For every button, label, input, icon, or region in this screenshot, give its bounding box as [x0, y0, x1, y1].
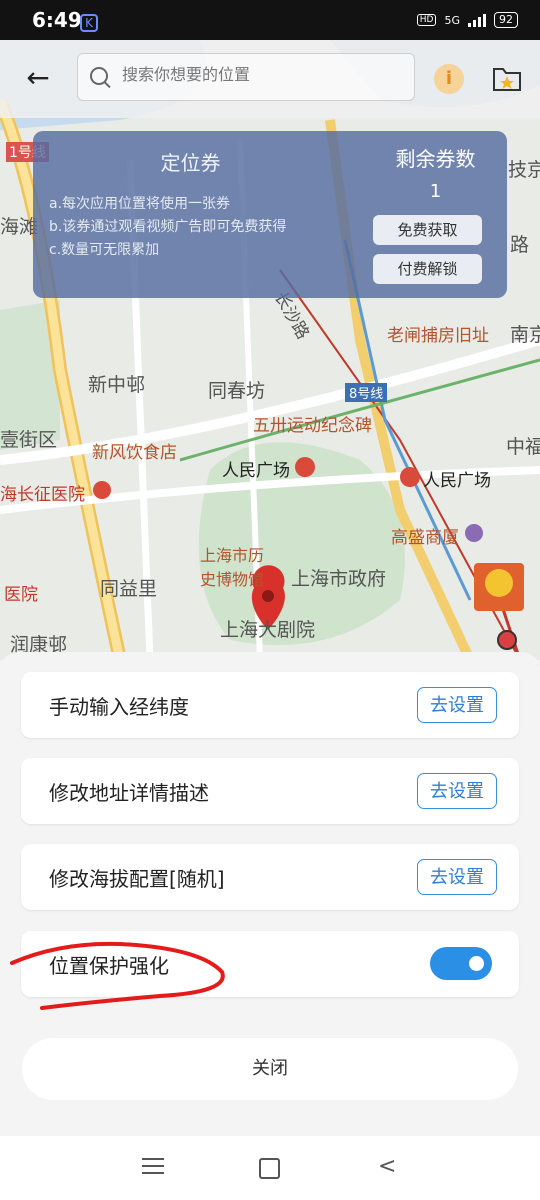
manual-coordinates-row: 手动输入经纬度 去设置 — [21, 672, 519, 738]
map-label: 同春坊 — [208, 380, 266, 402]
nav-back-icon[interactable]: < — [378, 1154, 396, 1179]
map-label: 海长征医院 — [0, 485, 85, 505]
map-label: 人民广场 — [423, 471, 491, 491]
map-label: 新风饮食店 — [92, 443, 177, 463]
favorite-folder-icon[interactable] — [492, 64, 522, 92]
search-icon — [90, 67, 108, 85]
close-button[interactable]: 关闭 — [22, 1038, 518, 1100]
map-label: 上海市政府 — [291, 568, 387, 590]
coupon-rule: a.每次应用位置将使用一张券 — [49, 196, 231, 212]
recent-apps-icon[interactable] — [142, 1158, 164, 1176]
settings-sheet: 手动输入经纬度 去设置 修改地址详情描述 去设置 修改海拔配置[随机] 去设置 … — [0, 652, 540, 1136]
app-notification-icon: K — [80, 14, 98, 32]
hd-indicator: HD — [416, 14, 437, 26]
map-label: 技京 — [508, 159, 540, 181]
row-label: 修改地址详情描述 — [49, 781, 209, 805]
map-label: 医院 — [4, 585, 38, 605]
status-bar: 6:49 K HD 5G 92 — [0, 0, 540, 40]
remaining-coupons-count: 1 — [429, 181, 442, 202]
status-right-group: HD 5G 92 — [416, 12, 518, 28]
toggle-knob — [469, 956, 484, 971]
map-label: 高盛商厦 — [391, 528, 459, 548]
location-protection-toggle[interactable] — [430, 947, 492, 980]
altitude-config-row: 修改海拔配置[随机] 去设置 — [21, 844, 519, 910]
map-label: 老闸捕房旧址 — [387, 326, 489, 346]
map-label: 史博物馆 — [200, 570, 265, 589]
map-label: 同益里 — [100, 578, 158, 600]
search-input[interactable] — [120, 64, 404, 85]
map-label: 上海大剧院 — [220, 619, 316, 641]
map-label-line8: 8号线 — [345, 383, 388, 402]
map-label: 上海市历 — [200, 546, 265, 565]
top-bar: ← i — [0, 40, 540, 118]
info-icon[interactable]: i — [434, 64, 464, 94]
map-label: 新中邨 — [88, 374, 146, 396]
network-type: 5G — [444, 13, 460, 27]
back-arrow-icon[interactable]: ← — [20, 62, 56, 98]
row-label: 位置保护强化 — [49, 954, 169, 978]
location-protection-row: 位置保护强化 — [21, 931, 519, 997]
coupon-rule: b.该券通过观看视频广告即可免费获得 — [49, 219, 287, 235]
signal-icon — [468, 13, 486, 27]
set-coordinates-button[interactable]: 去设置 — [417, 687, 497, 723]
map-label: 人民广场 — [222, 461, 290, 481]
coupon-title: 定位券 — [160, 151, 221, 175]
map-label: 中福 — [506, 436, 540, 458]
home-icon[interactable] — [259, 1158, 280, 1179]
set-altitude-button[interactable]: 去设置 — [417, 859, 497, 895]
coupon-rule: c.数量可无限累加 — [49, 242, 160, 258]
map-label: 南京 — [510, 324, 540, 346]
location-coupon-panel: 定位券 a.每次应用位置将使用一张券 b.该券通过观看视频广告即可免费获得 c.… — [33, 131, 507, 298]
row-label: 修改海拔配置[随机] — [49, 867, 225, 891]
map-label: 五卅运动纪念碑 — [253, 416, 372, 436]
free-get-button[interactable]: 免费获取 — [373, 215, 482, 245]
address-detail-row: 修改地址详情描述 去设置 — [21, 758, 519, 824]
search-box[interactable] — [77, 53, 415, 101]
system-nav-bar: < — [0, 1136, 540, 1200]
row-label: 手动输入经纬度 — [49, 695, 189, 719]
battery-icon: 92 — [494, 12, 518, 28]
remaining-coupons-title: 剩余券数 — [395, 147, 476, 171]
map-label: 壹街区 — [0, 429, 58, 451]
map-label: 路 — [510, 234, 530, 256]
status-time: 6:49 — [32, 8, 82, 32]
set-address-button[interactable]: 去设置 — [417, 773, 497, 809]
paid-unlock-button[interactable]: 付费解锁 — [373, 254, 482, 284]
